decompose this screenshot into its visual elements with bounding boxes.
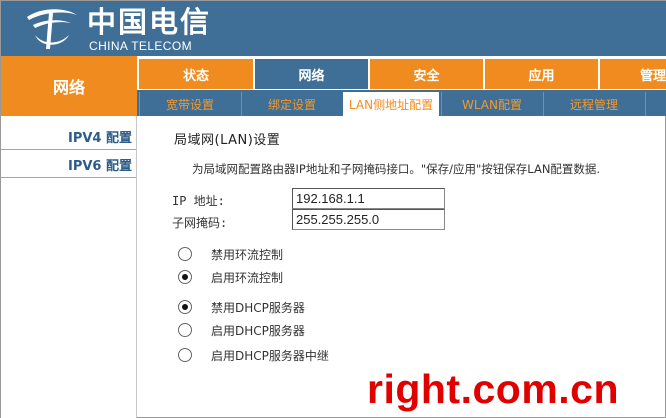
section-title: 网络 <box>1 56 137 116</box>
subtab-binding[interactable]: 绑定设置 <box>241 92 342 116</box>
radio-label: 禁用环流控制 <box>211 247 284 262</box>
dhcp-disable-option[interactable]: 禁用DHCP服务器 <box>178 298 305 316</box>
tab-management[interactable]: 管理 <box>600 59 666 89</box>
radio-dot-icon <box>182 274 188 280</box>
ip-address-label: IP 地址: <box>172 194 225 208</box>
sidebar-item-ipv6[interactable]: IPV6 配置 <box>1 152 136 178</box>
subtab-wlan[interactable]: WLAN配置 <box>441 92 542 116</box>
radio-label: 启用DHCP服务器中继 <box>211 348 329 363</box>
watermark-text: right.com.cn <box>367 366 620 412</box>
tab-network[interactable]: 网络 <box>255 59 368 89</box>
header-banner: 中国电信 CHINA TELECOM <box>1 1 666 56</box>
china-telecom-logo-icon <box>27 9 77 49</box>
radio-label: 启用环流控制 <box>211 270 284 285</box>
loop-control-enable-option[interactable]: 启用环流控制 <box>178 268 283 286</box>
radio-dot-icon <box>182 304 188 310</box>
radio-label: 禁用DHCP服务器 <box>211 300 305 315</box>
dhcp-enable-option[interactable]: 启用DHCP服务器 <box>178 321 305 339</box>
subnet-mask-label: 子网掩码: <box>172 216 228 230</box>
sidebar-item-ipv4[interactable]: IPV4 配置 <box>1 124 136 150</box>
tab-status[interactable]: 状态 <box>139 59 253 89</box>
radio-button-selected[interactable] <box>178 270 192 284</box>
page-description: 为局域网配置路由器IP地址和子网掩码接口。"保存/应用"按钮保存LAN配置数据. <box>192 162 601 176</box>
subtab-lan-address[interactable]: LAN侧地址配置 <box>343 92 439 116</box>
dhcp-relay-option[interactable]: 启用DHCP服务器中继 <box>178 346 329 364</box>
radio-button[interactable] <box>178 247 192 261</box>
sub-tabs: 宽带设置 绑定设置 LAN侧地址配置 WLAN配置 远程管理 <box>137 90 666 116</box>
radio-button[interactable] <box>178 323 192 337</box>
brand-name-cn: 中国电信 <box>87 5 212 39</box>
sidebar: IPV4 配置 IPV6 配置 <box>1 116 137 418</box>
subtab-broadband[interactable]: 宽带设置 <box>139 92 240 116</box>
loop-control-disable-option[interactable]: 禁用环流控制 <box>178 245 283 263</box>
subnet-mask-input[interactable] <box>292 209 445 230</box>
tab-application[interactable]: 应用 <box>485 59 598 89</box>
subtab-remote-management[interactable]: 远程管理 <box>543 92 644 116</box>
main-tabs: 状态 网络 安全 应用 管理 <box>137 56 666 90</box>
radio-button-selected[interactable] <box>178 300 192 314</box>
brand-name-en: CHINA TELECOM <box>89 39 192 53</box>
subtab-overflow[interactable] <box>645 92 666 116</box>
ip-address-input[interactable] <box>292 188 445 209</box>
tab-security[interactable]: 安全 <box>370 59 483 89</box>
radio-label: 启用DHCP服务器 <box>211 323 305 338</box>
radio-button[interactable] <box>178 348 192 362</box>
page-title: 局域网(LAN)设置 <box>174 133 281 148</box>
